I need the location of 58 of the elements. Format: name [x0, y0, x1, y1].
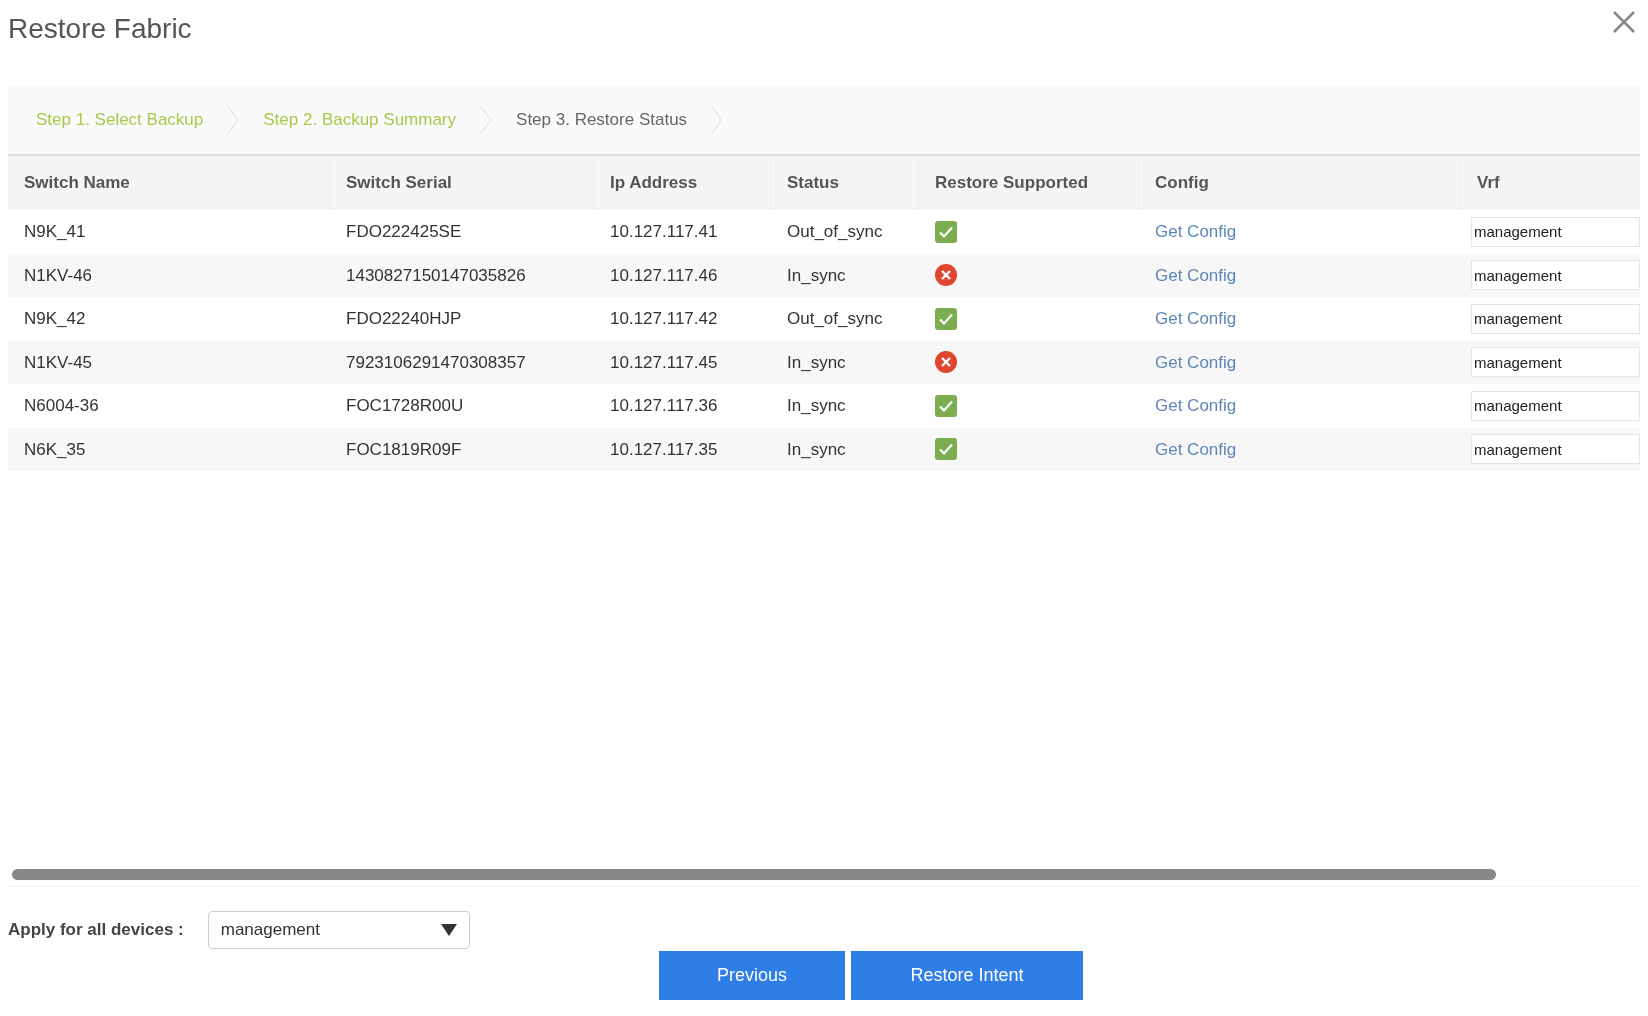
column-header: Vrf	[1477, 172, 1500, 195]
table-cell: 7923106291470308357	[346, 352, 526, 372]
table-cell: In_sync	[787, 265, 846, 285]
table-cell: Out_of_sync	[787, 309, 883, 328]
get-config-link[interactable]: Get Config	[1155, 396, 1237, 415]
table-cell: 10.127.117.45	[610, 352, 718, 372]
get-config-link[interactable]: Get Config	[1155, 309, 1237, 328]
vrf-input[interactable]: management	[1471, 303, 1640, 334]
wizard-step: Step 2. Backup Summary	[263, 107, 457, 133]
table-cell: 10.127.117.42	[610, 309, 718, 328]
close-button[interactable]	[1612, 10, 1636, 34]
column-header: Switch Serial	[346, 172, 452, 195]
table-cell: Out_of_sync	[787, 222, 883, 241]
table-cell: N1KV-46	[24, 265, 93, 285]
table-cell: 1430827150147035826	[346, 265, 526, 285]
dialog-title: Restore Fabric	[8, 12, 192, 46]
vrf-input[interactable]: management	[1471, 347, 1640, 378]
table-cell: FOC1728R00U	[346, 396, 464, 415]
vrf-input[interactable]: management	[1471, 260, 1640, 291]
vrf-input[interactable]: management	[1471, 216, 1640, 247]
table-cell: 10.127.117.46	[610, 265, 718, 285]
dropdown-caret-icon	[440, 924, 457, 936]
table-cell: In_sync	[787, 396, 846, 415]
vrf-input[interactable]: management	[1471, 434, 1640, 465]
table-cell: FOC1819R09F	[346, 439, 462, 459]
vrf-dropdown[interactable]: management	[207, 911, 470, 949]
column-header: Config	[1155, 172, 1209, 195]
table-cell: 10.127.117.41	[610, 222, 718, 241]
table-cell: 10.127.117.35	[610, 439, 718, 459]
table-cell: N9K_41	[24, 222, 86, 241]
close-icon	[1612, 10, 1636, 34]
get-config-link[interactable]: Get Config	[1155, 265, 1237, 285]
column-header: Ip Address	[610, 172, 698, 195]
apply-all-label: Apply for all devices :	[8, 919, 184, 942]
table-cell: N6K_35	[24, 439, 86, 459]
action-button[interactable]: Restore Intent	[851, 951, 1083, 1000]
chevron-icon	[480, 106, 493, 134]
table-cell: N1KV-45	[24, 352, 93, 372]
table-cell: In_sync	[787, 439, 846, 459]
table-cell: In_sync	[787, 352, 846, 372]
column-header: Restore Supported	[935, 172, 1089, 195]
table-cell: N6004-36	[24, 396, 99, 415]
chevron-icon	[227, 106, 240, 134]
column-header: Status	[787, 172, 839, 195]
vrf-input[interactable]: management	[1471, 390, 1640, 421]
scrollbar[interactable]	[12, 869, 1496, 880]
column-header: Switch Name	[24, 172, 130, 195]
action-button[interactable]: Previous	[659, 951, 845, 1000]
get-config-link[interactable]: Get Config	[1155, 222, 1237, 241]
table-cell: FDO222425SE	[346, 222, 462, 241]
get-config-link[interactable]: Get Config	[1155, 352, 1237, 372]
table-cell: N9K_42	[24, 309, 86, 328]
table-cell: FDO22240HJP	[346, 309, 462, 328]
wizard-step: Step 1. Select Backup	[36, 107, 204, 133]
chevron-icon	[711, 106, 724, 134]
get-config-link[interactable]: Get Config	[1155, 439, 1237, 459]
wizard-step: Step 3. Restore Status	[516, 107, 688, 133]
table-cell: 10.127.117.36	[610, 396, 718, 415]
